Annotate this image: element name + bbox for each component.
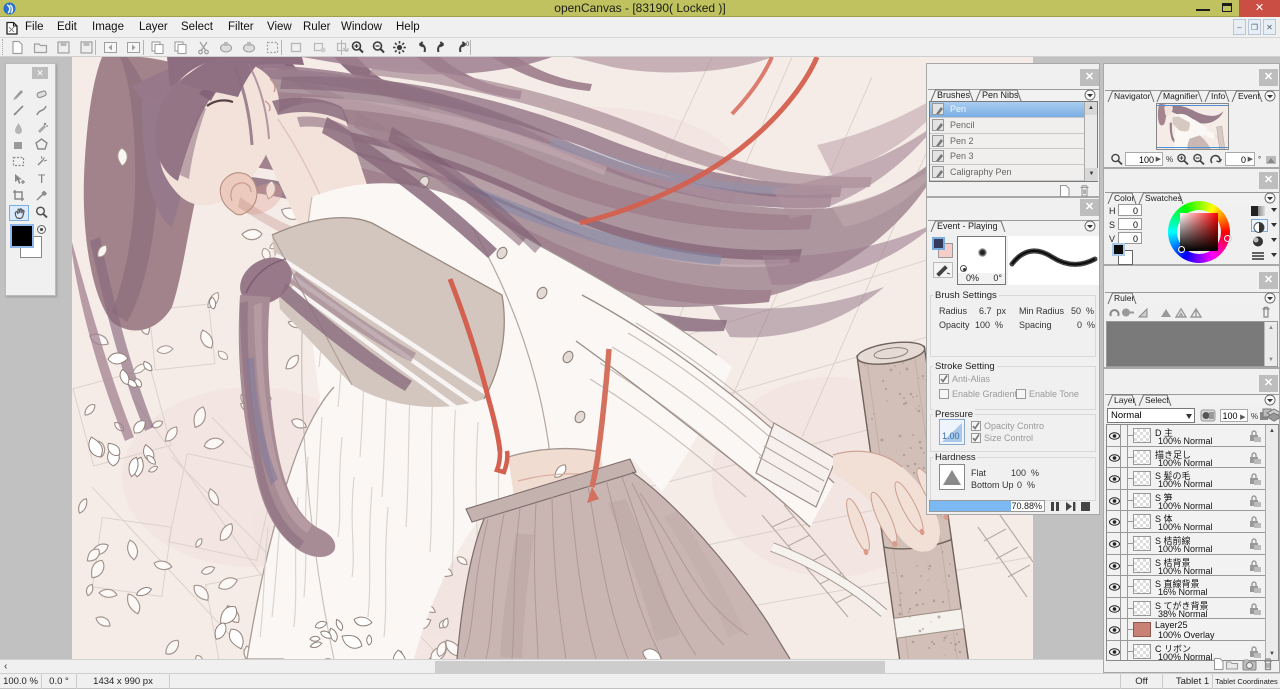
svg-text:Select: Select xyxy=(1145,395,1169,405)
svg-text:Magnifier: Magnifier xyxy=(1163,91,1198,101)
svg-text:Swatches: Swatches xyxy=(1145,193,1182,203)
svg-text:Info: Info xyxy=(1211,91,1225,101)
svg-text:Brushes: Brushes xyxy=(937,90,971,100)
svg-text:Layer: Layer xyxy=(1114,395,1135,405)
svg-text:Event - Playing: Event - Playing xyxy=(937,221,998,231)
svg-text:Pen Nibs: Pen Nibs xyxy=(982,90,1019,100)
svg-text:Ruler: Ruler xyxy=(1114,293,1134,303)
svg-text:Event: Event xyxy=(1238,91,1260,101)
svg-text:T: T xyxy=(38,172,46,186)
svg-text:Color: Color xyxy=(1114,193,1134,203)
svg-text:Navigator: Navigator xyxy=(1114,91,1151,101)
